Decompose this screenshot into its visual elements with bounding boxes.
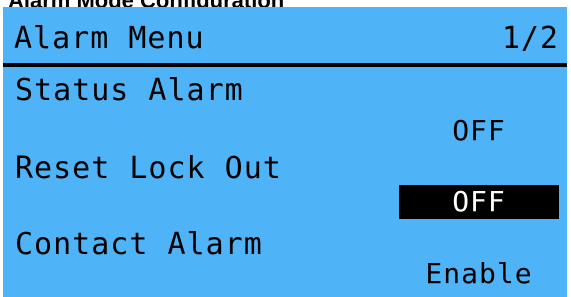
reset-lock-out-value[interactable]: OFF (399, 185, 559, 219)
lcd-screen: Alarm Menu 1/2 Status Alarm OFF Reset Lo… (3, 7, 567, 297)
contact-alarm-label[interactable]: Contact Alarm (15, 227, 263, 262)
header-divider (3, 63, 567, 67)
page-indicator: 1/2 (501, 21, 559, 56)
reset-lock-out-label[interactable]: Reset Lock Out (15, 151, 282, 186)
contact-alarm-value[interactable]: Enable (399, 257, 559, 291)
page: Alarm Mode Configuration Alarm Menu 1/2 … (0, 0, 571, 297)
menu-header: Alarm Menu 1/2 (3, 7, 567, 65)
status-alarm-label[interactable]: Status Alarm (15, 73, 244, 108)
menu-title: Alarm Menu (14, 21, 205, 56)
status-alarm-value[interactable]: OFF (399, 114, 559, 148)
